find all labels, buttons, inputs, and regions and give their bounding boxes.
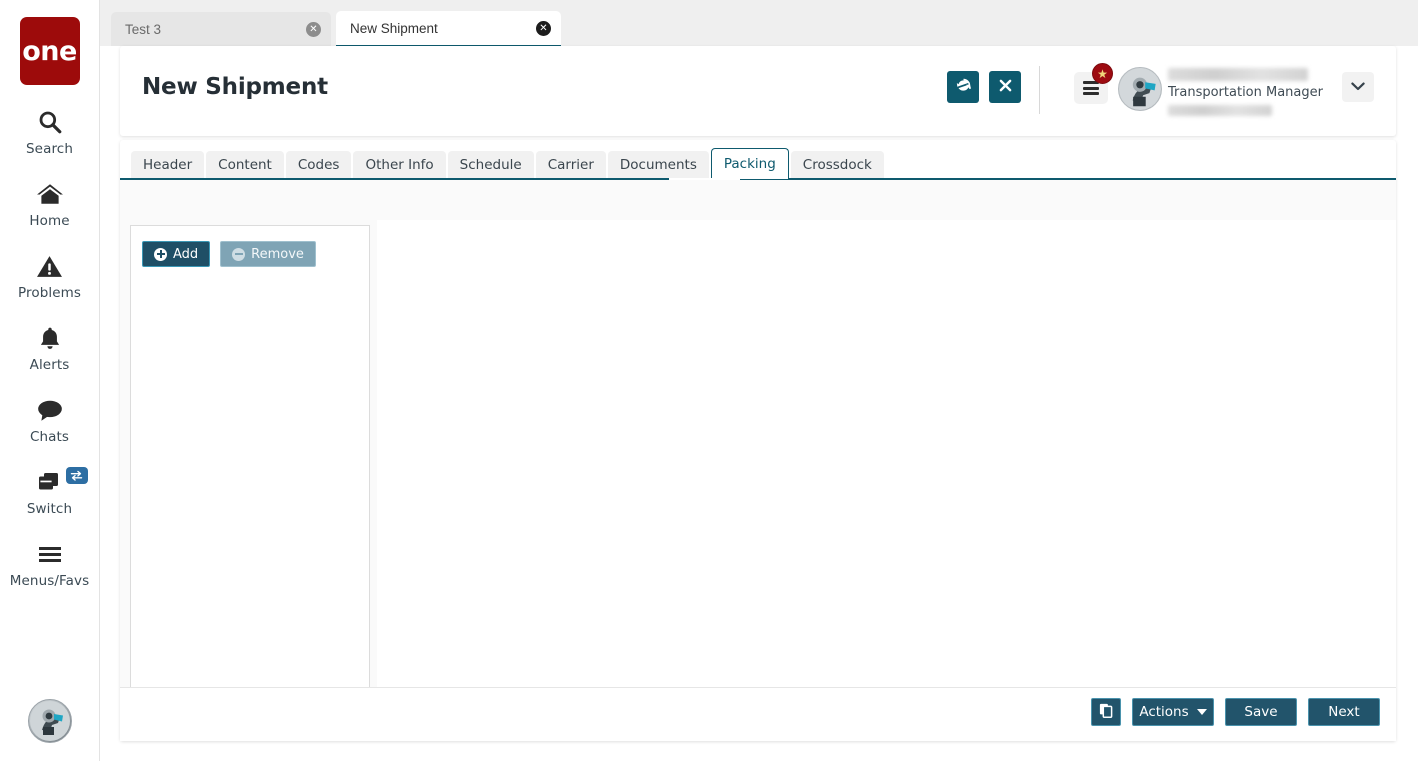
header-divider <box>1039 66 1040 114</box>
save-button[interactable]: Save <box>1225 698 1297 726</box>
packing-detail-panel <box>377 220 1396 733</box>
sidebar-item-alerts[interactable]: Alerts <box>0 321 100 373</box>
sidebar-item-label: Menus/Favs <box>9 573 90 589</box>
tab-other-info[interactable]: Other Info <box>353 151 446 179</box>
close-icon <box>999 79 1012 95</box>
packing-toolbar: Add Remove <box>142 241 316 267</box>
tab-strip: Test 3 ✕ New Shipment ✕ <box>100 0 1418 48</box>
tab-codes[interactable]: Codes <box>285 151 352 179</box>
tab-label: Schedule <box>459 157 522 173</box>
tab-active-notch <box>669 178 740 180</box>
tab-label: Crossdock <box>802 157 872 173</box>
hamburger-icon <box>36 537 64 571</box>
browser-tab-label: Test 3 <box>125 21 162 37</box>
user-role: Transportation Manager <box>1168 85 1323 100</box>
copy-icon <box>1099 703 1113 722</box>
page-title: New Shipment <box>142 74 328 100</box>
tab-label: Other Info <box>365 157 434 173</box>
header-action-buttons <box>947 71 1021 103</box>
footer-buttons: Actions Save Next <box>1091 698 1380 726</box>
avatar[interactable] <box>1118 67 1162 111</box>
sidebar-item-label: Search <box>26 141 73 157</box>
packing-pane: Add Remove Actions Save Next <box>120 180 1396 741</box>
sidebar-item-menus-favs[interactable]: Menus/Favs <box>0 537 100 589</box>
remove-button[interactable]: Remove <box>220 241 316 267</box>
tab-header[interactable]: Header <box>131 151 205 179</box>
browser-tab-label: New Shipment <box>350 20 438 36</box>
refresh-icon <box>956 78 971 96</box>
next-button[interactable]: Next <box>1308 698 1380 726</box>
tab-content[interactable]: Content <box>206 151 284 179</box>
sidebar-item-label: Problems <box>17 285 82 301</box>
sidebar-item-label: Chats <box>29 429 70 445</box>
tab-label: Codes <box>297 157 340 173</box>
tab-label: Packing <box>723 156 776 172</box>
plus-circle-icon <box>154 247 167 261</box>
user-info: Transportation Manager <box>1168 68 1323 116</box>
footer-action-bar: Actions Save Next <box>120 687 1396 741</box>
one-logo[interactable]: one <box>19 17 80 85</box>
tab-packing[interactable]: Packing <box>710 148 789 179</box>
close-icon[interactable]: ✕ <box>306 21 321 37</box>
search-icon <box>37 105 63 139</box>
minus-circle-icon <box>232 247 246 261</box>
browser-tab-test-3[interactable]: Test 3 ✕ <box>111 12 331 46</box>
chat-bubble-icon <box>36 393 64 427</box>
sidebar-item-chats[interactable]: Chats <box>0 393 100 445</box>
tab-label: Content <box>218 157 272 173</box>
sidebar-item-label: Alerts <box>29 357 70 373</box>
tab-crossdock[interactable]: Crossdock <box>790 151 884 179</box>
application-window: one Search Home Problems Alerts Chats Sw… <box>0 0 1418 761</box>
tab-schedule[interactable]: Schedule <box>447 151 534 179</box>
packing-list-panel: Add Remove <box>130 225 370 728</box>
copy-button[interactable] <box>1091 698 1121 726</box>
windows-switch-icon <box>36 465 64 499</box>
actions-label: Actions <box>1139 704 1189 720</box>
remove-button-label: Remove <box>251 246 304 262</box>
user-name <box>1168 68 1308 81</box>
add-button[interactable]: Add <box>142 241 211 267</box>
tab-carrier[interactable]: Carrier <box>535 151 606 179</box>
warning-triangle-icon <box>36 249 63 283</box>
switch-badge-icon[interactable] <box>65 467 88 484</box>
sidebar-item-label: Home <box>29 213 70 229</box>
sidebar-item-label: Switch <box>26 501 73 517</box>
content-card: Header Content Codes Other Info Schedule… <box>120 140 1396 741</box>
close-button[interactable] <box>989 71 1021 103</box>
save-button-label: Save <box>1244 704 1278 720</box>
close-icon[interactable]: ✕ <box>536 20 551 36</box>
bell-icon <box>37 321 63 355</box>
refresh-button[interactable] <box>947 71 979 103</box>
browser-tab-new-shipment[interactable]: New Shipment ✕ <box>336 11 561 48</box>
left-nav-rail: one Search Home Problems Alerts Chats Sw… <box>0 0 100 761</box>
tab-label: Carrier <box>547 157 594 173</box>
next-button-label: Next <box>1328 704 1360 720</box>
actions-dropdown[interactable]: Actions <box>1132 698 1214 726</box>
sidebar-item-search[interactable]: Search <box>0 105 100 157</box>
sidebar-item-problems[interactable]: Problems <box>0 249 100 301</box>
add-button-label: Add <box>173 246 199 262</box>
chevron-down-icon <box>1351 80 1365 94</box>
tab-label: Documents <box>619 157 697 173</box>
avatar[interactable] <box>28 699 72 743</box>
user-org <box>1168 105 1272 116</box>
home-icon <box>36 177 64 211</box>
tab-label: Header <box>143 157 193 173</box>
star-icon[interactable]: ★ <box>1092 63 1113 84</box>
tab-documents[interactable]: Documents <box>607 151 709 179</box>
user-menu-button[interactable] <box>1342 72 1374 102</box>
sidebar-item-home[interactable]: Home <box>0 177 100 229</box>
caret-down-icon <box>1196 709 1207 715</box>
sidebar-item-switch[interactable]: Switch <box>0 465 100 517</box>
page-header-card: New Shipment ★ Transportation Manager <box>120 46 1396 136</box>
tab-bar: Header Content Codes Other Info Schedule… <box>120 145 1396 179</box>
